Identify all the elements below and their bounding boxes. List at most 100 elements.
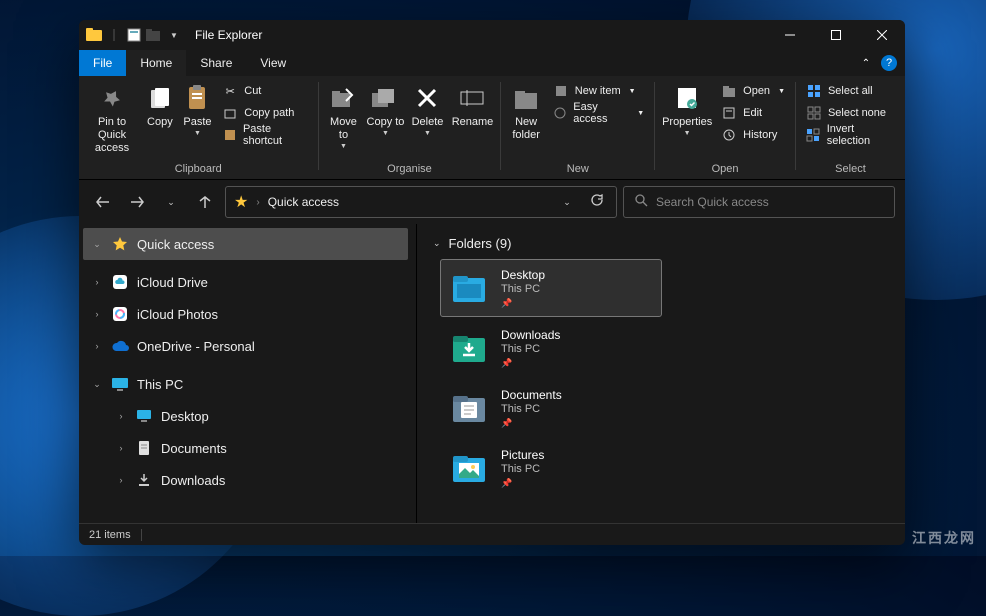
back-button[interactable]: [89, 188, 117, 216]
ribbon-group-open: Properties▼ Open ▼ Edit History Open: [655, 80, 795, 179]
tree-item-onedrive-personal[interactable]: ›OneDrive - Personal: [83, 330, 408, 362]
tree-item-downloads[interactable]: ›Downloads: [83, 464, 408, 496]
address-dropdown[interactable]: ⌄: [556, 197, 578, 208]
file-explorer-window: ▼ File Explorer File Home Share View ⌃ ?…: [79, 20, 905, 545]
chevron-right-icon: ›: [256, 197, 259, 208]
folder-location: This PC: [501, 403, 562, 415]
ribbon-tabs: File Home Share View ⌃ ?: [79, 50, 905, 76]
qat-newfolder-icon[interactable]: [145, 26, 163, 44]
window-title: File Explorer: [195, 28, 262, 42]
copy-button[interactable]: Copy: [141, 80, 179, 129]
qat-explorer-icon: [85, 26, 103, 44]
properties-button[interactable]: Properties▼: [659, 80, 715, 137]
pin-quick-access-button[interactable]: Pin to Quick access: [83, 80, 141, 155]
move-to-button[interactable]: Move to▼: [322, 80, 364, 150]
folder-location: This PC: [501, 283, 545, 295]
paste-shortcut-icon: [222, 127, 237, 143]
desktop-big-icon: [449, 268, 489, 308]
cut-button[interactable]: ✂Cut: [216, 80, 313, 102]
pin-indicator-icon: 📌: [501, 418, 562, 429]
expand-icon[interactable]: ›: [91, 309, 103, 319]
thispc-icon: [111, 375, 129, 393]
delete-icon: [416, 82, 438, 114]
recent-dropdown[interactable]: ⌄: [157, 188, 185, 216]
documents-big-icon: [449, 388, 489, 428]
open-icon: [721, 83, 737, 99]
edit-button[interactable]: Edit: [715, 102, 791, 124]
pin-indicator-icon: 📌: [501, 478, 544, 489]
new-item-button[interactable]: New item ▼: [547, 80, 650, 102]
folder-name: Pictures: [501, 448, 544, 462]
select-all-button[interactable]: Select all: [800, 80, 901, 102]
invert-selection-button[interactable]: Invert selection: [800, 124, 901, 146]
expand-icon[interactable]: ›: [91, 341, 103, 351]
select-none-button[interactable]: Select none: [800, 102, 901, 124]
tab-home[interactable]: Home: [126, 50, 186, 76]
up-button[interactable]: [191, 188, 219, 216]
copy-to-button[interactable]: Copy to▼: [364, 80, 406, 137]
group-label-new: New: [567, 163, 589, 179]
tab-view[interactable]: View: [246, 50, 300, 76]
expand-icon[interactable]: ›: [115, 475, 127, 485]
ribbon: Pin to Quick access Copy Paste ▼ ✂Cut Co…: [79, 76, 905, 180]
folder-item-desktop[interactable]: DesktopThis PC📌: [441, 260, 661, 316]
pin-indicator-icon: 📌: [501, 298, 545, 309]
navigation-tree[interactable]: ⌄Quick access › iCloud Drive ›iCloud Photos…: [79, 224, 417, 523]
breadcrumb-current[interactable]: Quick access: [268, 195, 339, 209]
tree-item-this-pc[interactable]: ⌄This PC: [83, 368, 408, 400]
edit-icon: [721, 105, 737, 121]
tree-item-label: iCloud Drive: [137, 275, 208, 290]
copy-path-button[interactable]: Copy path: [216, 102, 313, 124]
tree-item-icloud-photos[interactable]: ›iCloud Photos: [83, 298, 408, 330]
delete-button[interactable]: Delete▼: [406, 80, 448, 137]
open-button[interactable]: Open ▼: [715, 80, 791, 102]
refresh-button[interactable]: [586, 193, 608, 212]
folder-location: This PC: [501, 343, 560, 355]
address-bar[interactable]: ★ › Quick access ⌄: [225, 186, 617, 218]
tree-item-documents[interactable]: ›Documents: [83, 432, 408, 464]
folder-view[interactable]: ⌄ Folders (9) DesktopThis PC📌DownloadsTh…: [417, 224, 905, 523]
maximize-button[interactable]: [813, 20, 859, 50]
rename-button[interactable]: Rename: [448, 80, 496, 129]
folder-name: Downloads: [501, 328, 560, 342]
pictures-big-icon: [449, 448, 489, 488]
tab-share[interactable]: Share: [186, 50, 246, 76]
easyaccess-icon: [553, 105, 568, 121]
downloads-icon: [135, 471, 153, 489]
ribbon-group-organise: Move to▼ Copy to▼ Delete▼ Rename Organis…: [318, 80, 500, 179]
close-button[interactable]: [859, 20, 905, 50]
watermark: 江西龙网: [912, 528, 976, 548]
qat-properties-icon[interactable]: [125, 26, 143, 44]
group-label-open: Open: [712, 163, 739, 179]
history-button[interactable]: History: [715, 124, 791, 146]
expand-icon[interactable]: ›: [115, 443, 127, 453]
forward-button[interactable]: [123, 188, 151, 216]
ribbon-minimize-icon[interactable]: ⌃: [857, 58, 875, 69]
search-input[interactable]: [656, 195, 884, 209]
titlebar: ▼ File Explorer: [79, 20, 905, 50]
expand-icon[interactable]: ⌄: [91, 379, 103, 390]
new-folder-button[interactable]: New folder: [505, 80, 546, 142]
expand-icon[interactable]: ›: [115, 411, 127, 421]
tree-item-desktop[interactable]: ›Desktop: [83, 400, 408, 432]
pin-icon: [102, 82, 122, 114]
paste-button[interactable]: Paste ▼: [179, 80, 217, 137]
folder-item-downloads[interactable]: DownloadsThis PC📌: [441, 320, 661, 376]
easy-access-button[interactable]: Easy access ▼: [547, 102, 650, 124]
qat-dropdown-icon[interactable]: ▼: [165, 26, 183, 44]
folder-item-pictures[interactable]: PicturesThis PC📌: [441, 440, 661, 496]
paste-shortcut-button[interactable]: Paste shortcut: [216, 124, 313, 146]
folder-item-documents[interactable]: DocumentsThis PC📌: [441, 380, 661, 436]
minimize-button[interactable]: [767, 20, 813, 50]
tab-file[interactable]: File: [79, 50, 126, 76]
expand-icon[interactable]: ⌄: [91, 239, 103, 250]
search-box[interactable]: [623, 186, 895, 218]
folders-group-header[interactable]: ⌄ Folders (9): [427, 230, 895, 256]
documents-icon: [135, 439, 153, 457]
status-item-count: 21 items: [89, 529, 131, 541]
help-button[interactable]: ?: [881, 55, 897, 71]
tree-item-icloud-drive[interactable]: › iCloud Drive: [83, 266, 408, 298]
expand-icon[interactable]: ›: [91, 277, 103, 287]
tree-item-quick-access[interactable]: ⌄Quick access: [83, 228, 408, 260]
copypath-icon: [222, 105, 238, 121]
